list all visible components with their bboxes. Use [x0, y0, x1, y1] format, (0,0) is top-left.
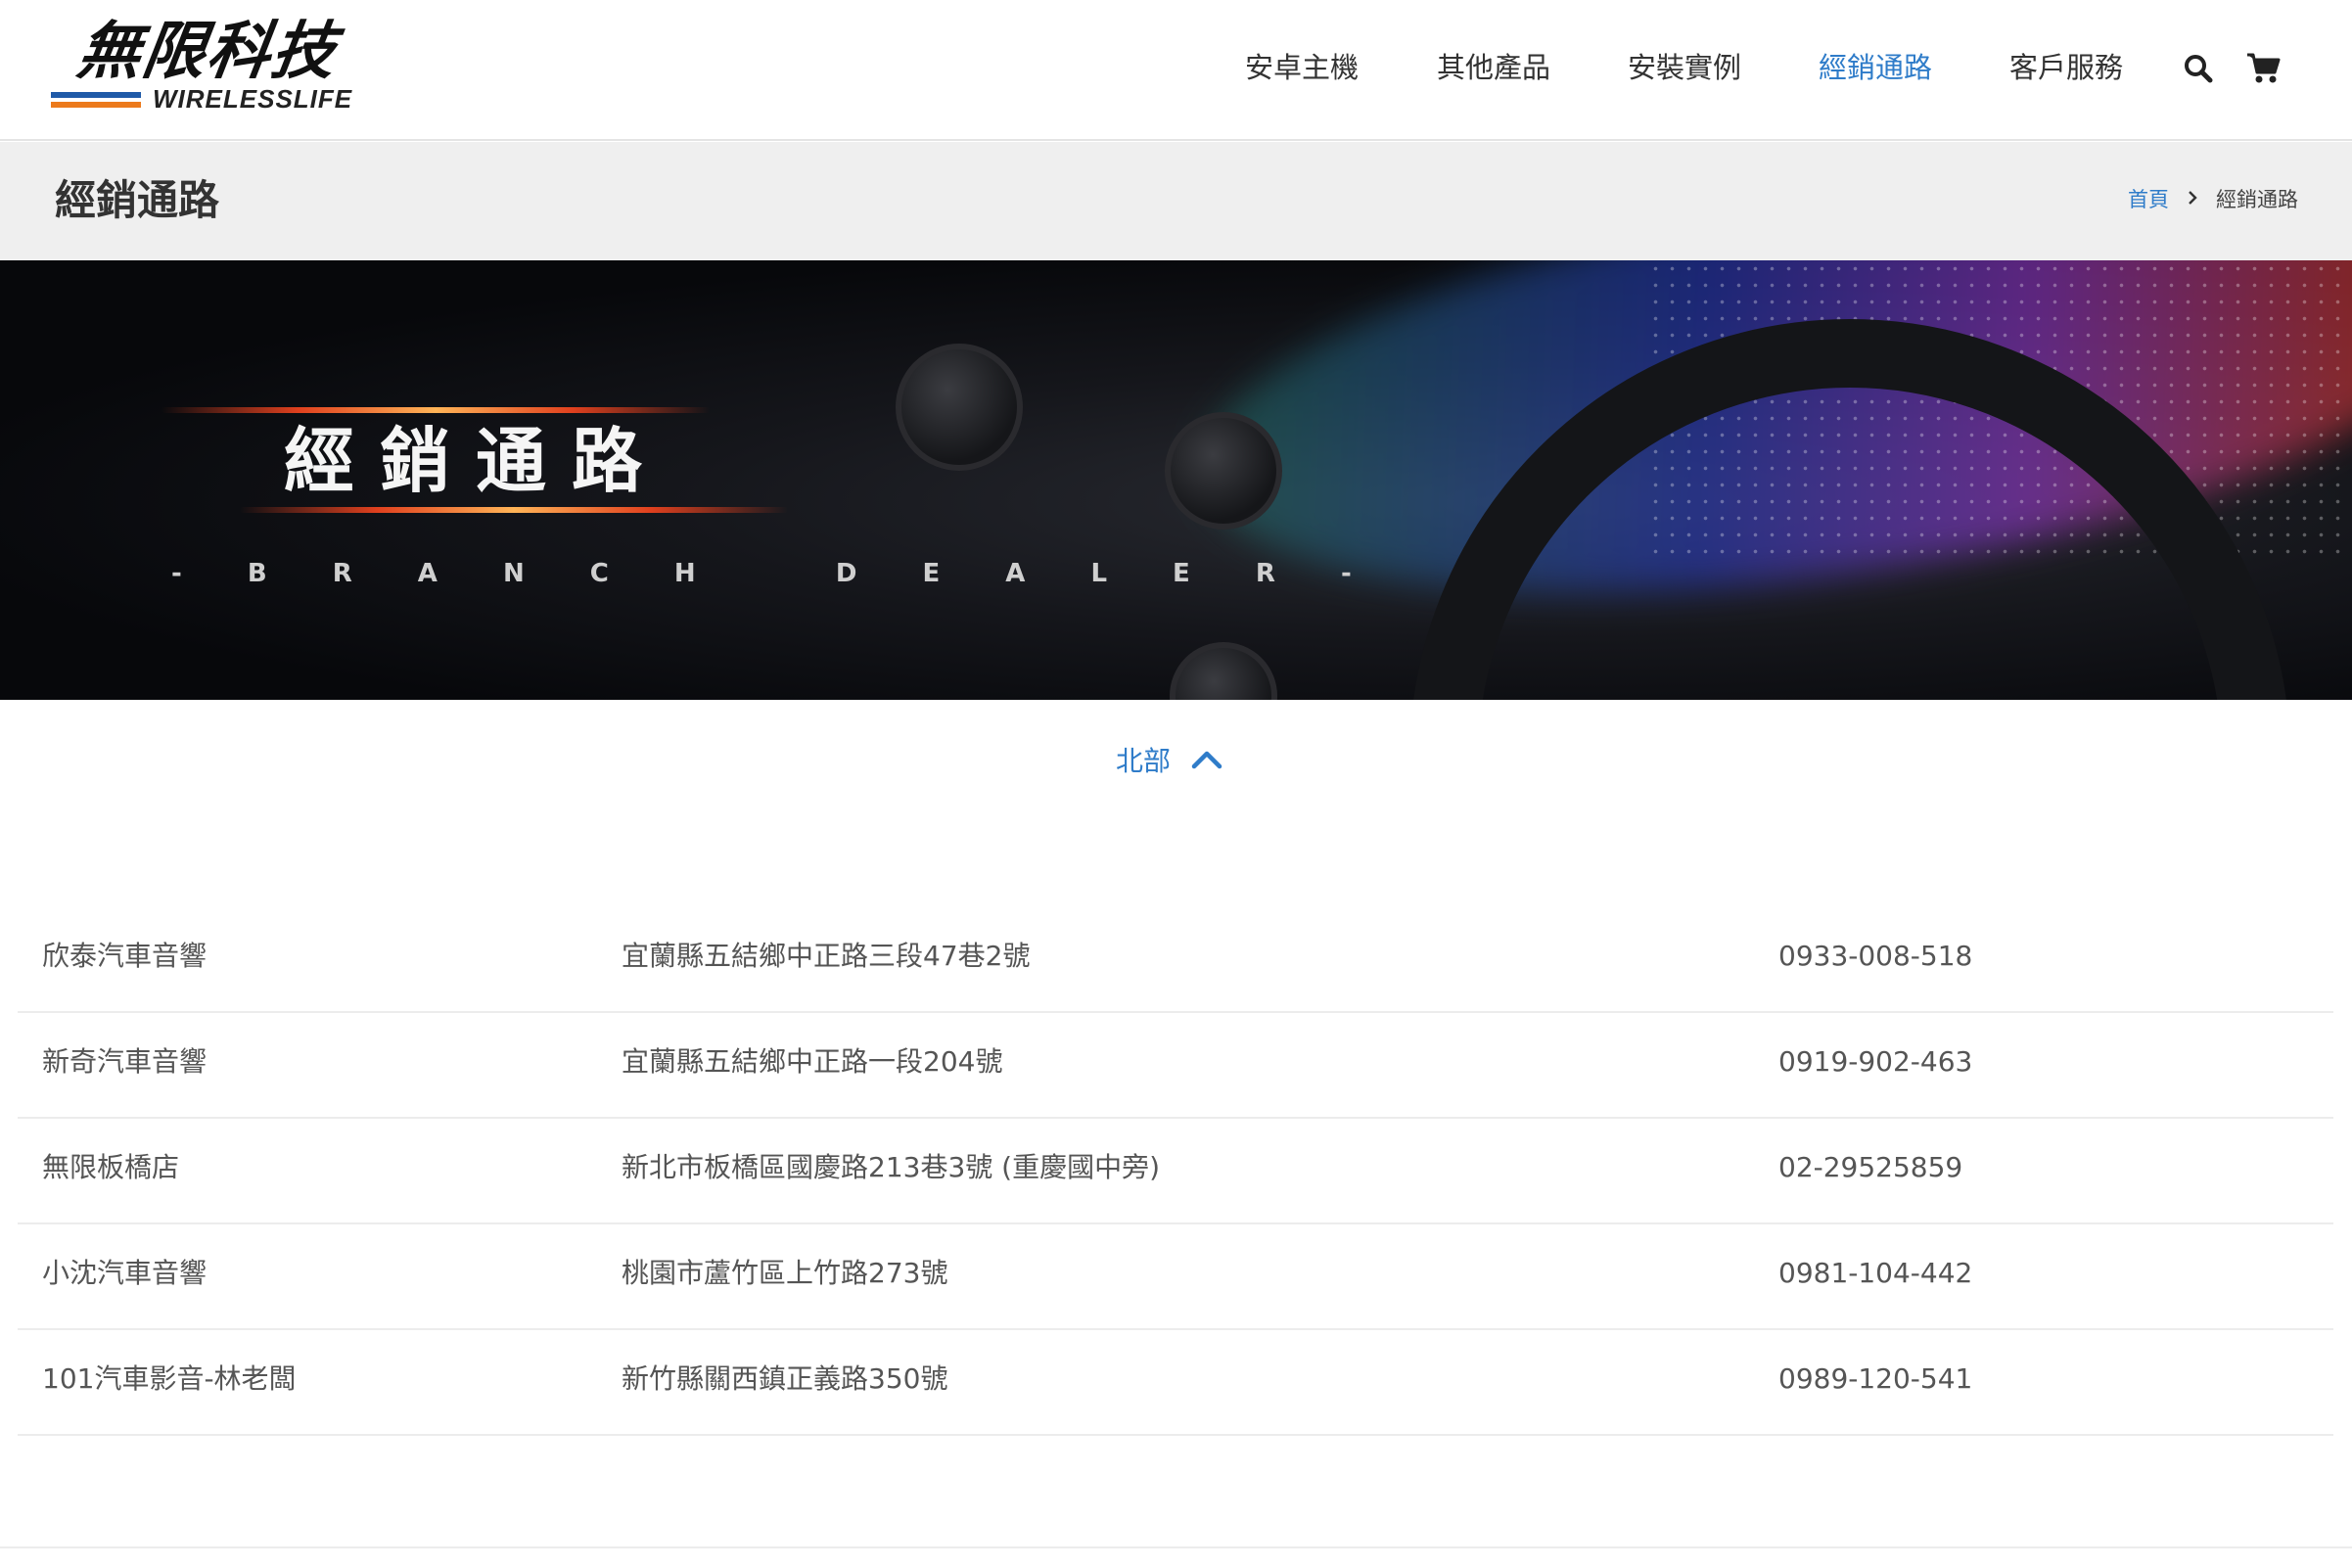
footer-divider	[0, 1546, 2352, 1548]
dealer-name: 新奇汽車音響	[42, 1045, 208, 1078]
breadcrumb-current: 經銷通路	[2216, 188, 2298, 211]
table-row: 欣泰汽車音響 宜蘭縣五結鄉中正路三段47巷2號 0933-008-518	[18, 907, 2333, 1013]
dealer-phone[interactable]: 02-29525859	[1778, 1148, 1962, 1187]
search-icon[interactable]	[2181, 51, 2216, 86]
table-row: 無限板橋店 新北市板橋區國慶路213巷3號 (重慶國中旁) 02-2952585…	[18, 1119, 2333, 1224]
page-title: 經銷通路	[55, 176, 220, 224]
dealer-address: 桃園市蘆竹區上竹路273號	[622, 1257, 948, 1289]
chevron-right-icon	[2187, 185, 2198, 214]
page-title-bar: 經銷通路 首頁 經銷通路	[0, 142, 2352, 260]
dealer-address: 新竹縣關西鎮正義路350號	[622, 1362, 948, 1395]
dealer-name: 小沈汽車音響	[42, 1257, 208, 1289]
site-header: 無限科技 WIRELESSLIFE 安卓主機 其他產品 安裝實例 經銷通路 客戶…	[0, 0, 2352, 141]
logo-chinese-text: 無限科技	[72, 16, 343, 88]
breadcrumb: 首頁 經銷通路	[2128, 185, 2298, 214]
logo-english-text: WIRELESSLIFE	[153, 84, 353, 114]
dealer-address: 新北市板橋區國慶路213巷3號 (重慶國中旁)	[622, 1151, 1161, 1183]
nav-item-other-products[interactable]: 其他產品	[1437, 43, 1550, 92]
banner-title: 經銷通路	[284, 420, 669, 502]
nav-item-dealers[interactable]: 經銷通路	[1819, 43, 1932, 92]
dealer-table: 欣泰汽車音響 宜蘭縣五結鄉中正路三段47巷2號 0933-008-518 新奇汽…	[18, 907, 2333, 1436]
table-row: 小沈汽車音響 桃園市蘆竹區上竹路273號 0981-104-442	[18, 1224, 2333, 1330]
dealer-address: 宜蘭縣五結鄉中正路三段47巷2號	[622, 940, 1031, 972]
table-row: 新奇汽車音響 宜蘭縣五結鄉中正路一段204號 0919-902-463	[18, 1013, 2333, 1119]
region-label: 北部	[1116, 745, 1172, 777]
site-logo[interactable]: 無限科技 WIRELESSLIFE	[51, 16, 384, 115]
dealer-name: 欣泰汽車音響	[42, 940, 208, 972]
dealer-phone[interactable]: 0919-902-463	[1778, 1042, 1972, 1082]
banner-subtitle: - B R A N C H D E A L E R -	[171, 559, 1380, 588]
logo-blue-stripe	[51, 92, 141, 98]
hero-banner: 經銷通路 - B R A N C H D E A L E R -	[0, 260, 2352, 700]
region-accordion-toggle[interactable]: 北部	[1116, 742, 1223, 781]
breadcrumb-home-link[interactable]: 首頁	[2128, 185, 2169, 214]
dashboard-knob-image	[1170, 642, 1277, 700]
dashboard-knob-image	[1165, 412, 1282, 530]
logo-orange-stripe	[51, 102, 141, 108]
nav-item-android-head-unit[interactable]: 安卓主機	[1245, 43, 1359, 92]
nav-item-installation-cases[interactable]: 安裝實例	[1628, 43, 1741, 92]
dealer-name: 101汽車影音-林老闆	[42, 1362, 297, 1395]
dealer-address: 宜蘭縣五結鄉中正路一段204號	[622, 1045, 1003, 1078]
dealer-phone[interactable]: 0989-120-541	[1778, 1360, 1972, 1399]
dashboard-knob-image	[896, 344, 1023, 471]
dealer-phone[interactable]: 0933-008-518	[1778, 937, 1972, 976]
dealer-name: 無限板橋店	[42, 1151, 180, 1183]
cart-icon[interactable]	[2245, 51, 2281, 86]
chevron-up-icon	[1190, 749, 1223, 774]
banner-top-glow-line	[161, 407, 710, 413]
nav-item-customer-service[interactable]: 客戶服務	[2009, 43, 2123, 92]
table-row: 101汽車影音-林老闆 新竹縣關西鎮正義路350號 0989-120-541	[18, 1330, 2333, 1436]
banner-bottom-glow-line	[240, 507, 788, 513]
dealer-phone[interactable]: 0981-104-442	[1778, 1254, 1972, 1293]
